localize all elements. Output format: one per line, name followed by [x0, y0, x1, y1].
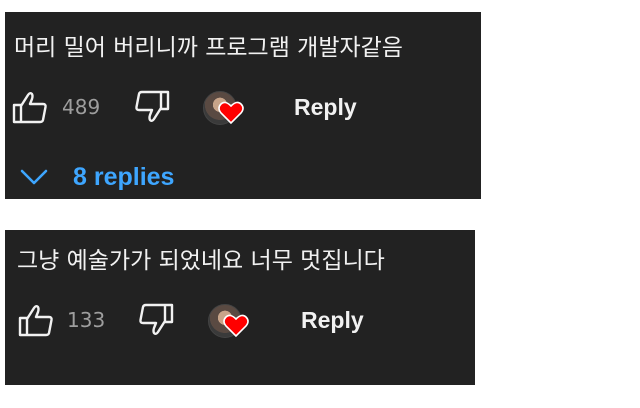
reply-button[interactable]: Reply [294, 92, 357, 122]
comment-card: 그냥 예술가가 되었네요 너무 멋집니다 133 Reply [5, 230, 475, 385]
creator-heart-badge [206, 302, 254, 342]
reply-button[interactable]: Reply [301, 305, 364, 335]
comment-text: 머리 밀어 버리니까 프로그램 개발자같음 [14, 35, 403, 61]
thumbs-up-icon [18, 305, 53, 337]
red-heart-icon [223, 314, 249, 338]
like-count: 133 [67, 308, 106, 332]
thumbs-up-icon [12, 92, 47, 124]
dislike-button[interactable] [135, 300, 177, 340]
red-heart-icon [218, 101, 244, 125]
view-replies-toggle[interactable]: 8 replies [19, 160, 174, 194]
dislike-button[interactable] [131, 87, 173, 127]
comment-action-bar: 489 Reply [5, 87, 481, 127]
replies-count-label: 8 replies [73, 162, 175, 191]
thumbs-down-icon [139, 303, 174, 335]
like-button[interactable] [15, 300, 57, 340]
like-button[interactable] [9, 87, 51, 127]
comment-action-bar: 133 Reply [5, 300, 475, 340]
comment-text: 그냥 예술가가 되었네요 너무 멋집니다 [17, 248, 385, 274]
creator-heart-badge [201, 89, 249, 129]
chevron-down-icon [20, 169, 48, 185]
like-count: 489 [62, 95, 101, 119]
thumbs-down-icon [135, 90, 170, 122]
comment-card: 머리 밀어 버리니까 프로그램 개발자같음 489 Reply 8 replie… [5, 12, 481, 199]
